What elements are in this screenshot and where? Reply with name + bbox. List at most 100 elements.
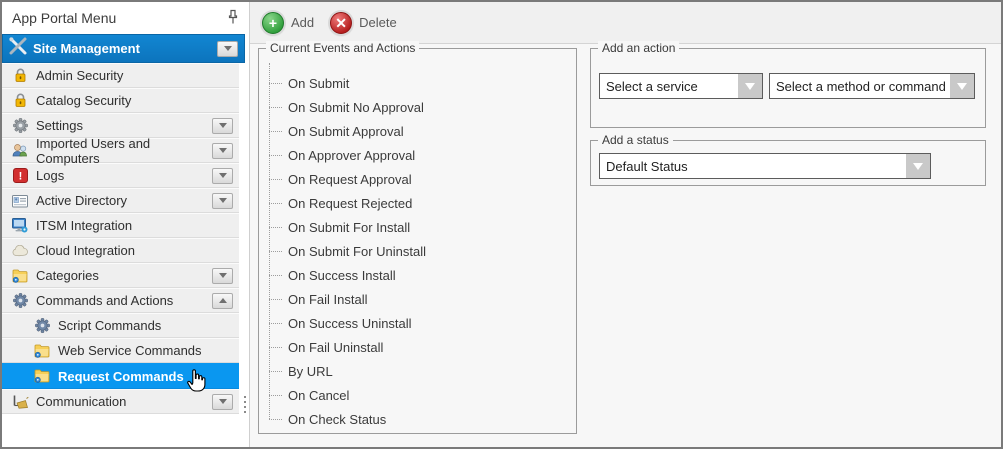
tree-item[interactable]: On Submit No Approval <box>269 95 570 119</box>
add-button[interactable]: + Add <box>262 12 314 34</box>
sidebar-item-label: Request Commands <box>58 369 184 384</box>
folder-gear-icon <box>10 269 30 283</box>
sidebar-item-logs[interactable]: ! Logs <box>2 163 239 188</box>
tree-branch-line <box>269 299 282 300</box>
events-groupbox-title: Current Events and Actions <box>266 41 419 55</box>
tree-item[interactable]: On Submit <box>269 71 570 95</box>
directory-card-icon <box>10 194 30 208</box>
tree-branch-line <box>269 371 282 372</box>
add-status-groupbox: Add a status Default Status <box>590 140 986 186</box>
chevron-down-icon[interactable] <box>212 394 233 410</box>
tree-item[interactable]: On Success Uninstall <box>269 311 570 335</box>
sidebar-item-communication[interactable]: Communication <box>2 389 239 414</box>
tree-item-label: On Check Status <box>288 412 386 427</box>
sidebar-header: App Portal Menu <box>2 2 249 34</box>
add-action-groupbox-title: Add an action <box>598 41 679 55</box>
chevron-down-icon[interactable] <box>212 143 233 159</box>
sidebar-item-script-commands[interactable]: Script Commands <box>2 313 239 338</box>
method-select[interactable]: Select a method or command <box>769 73 975 99</box>
method-select-value: Select a method or command <box>770 74 950 98</box>
chevron-down-icon[interactable] <box>212 168 233 184</box>
tree-branch-line <box>269 107 282 108</box>
sidebar-item-categories[interactable]: Categories <box>2 263 239 288</box>
lock-icon <box>10 68 30 83</box>
tree-item[interactable]: On Request Rejected <box>269 191 570 215</box>
sidebar-item-label: Imported Users and Computers <box>36 136 212 166</box>
dropdown-arrow-icon[interactable] <box>950 74 974 98</box>
dropdown-arrow-icon[interactable] <box>738 74 762 98</box>
tree-branch-line <box>269 155 282 156</box>
chevron-up-icon[interactable] <box>212 293 233 309</box>
tree-item-label: On Submit For Install <box>288 220 410 235</box>
tree-item[interactable]: On Fail Install <box>269 287 570 311</box>
sidebar-item-label: Communication <box>36 394 126 409</box>
tree-item[interactable]: By URL <box>269 359 570 383</box>
main-panel: + Add ✕ Delete Current Events and Action… <box>250 2 1001 447</box>
chevron-down-icon[interactable] <box>212 118 233 134</box>
splitter-grip[interactable] <box>244 396 246 413</box>
service-select[interactable]: Select a service <box>599 73 763 99</box>
tree-item[interactable]: On Submit For Uninstall <box>269 239 570 263</box>
tree-item[interactable]: On Success Install <box>269 263 570 287</box>
sidebar-item-site-management[interactable]: Site Management <box>2 34 245 63</box>
tree-item-label: On Success Install <box>288 268 396 283</box>
tree-branch-line <box>269 83 282 84</box>
tree-branch-line <box>269 347 282 348</box>
sidebar-item-catalog-security[interactable]: Catalog Security <box>2 88 239 113</box>
chevron-down-icon[interactable] <box>212 268 233 284</box>
sidebar-item-imported-users[interactable]: Imported Users and Computers <box>2 138 239 163</box>
tree-item[interactable]: On Submit For Install <box>269 215 570 239</box>
tree-item-label: On Submit No Approval <box>288 100 424 115</box>
tree-item[interactable]: On Submit Approval <box>269 119 570 143</box>
sidebar-item-label: Catalog Security <box>36 93 131 108</box>
sidebar-list: Admin Security Catalog Security Settings… <box>2 63 239 414</box>
status-select[interactable]: Default Status <box>599 153 931 179</box>
tree-item-label: On Submit <box>288 76 349 91</box>
app-window: App Portal Menu Site Management Admin Se… <box>0 0 1003 449</box>
sidebar-item-commands-and-actions[interactable]: Commands and Actions <box>2 288 239 313</box>
sidebar-item-label: Commands and Actions <box>36 293 173 308</box>
tree-item-label: On Submit Approval <box>288 124 404 139</box>
sidebar-item-admin-security[interactable]: Admin Security <box>2 63 239 88</box>
sidebar-item-label: Categories <box>36 268 99 283</box>
folder-gear-icon <box>32 344 52 358</box>
sidebar-item-label: Web Service Commands <box>58 343 202 358</box>
users-icon <box>10 143 30 158</box>
sidebar-item-request-commands[interactable]: Request Commands <box>2 363 239 389</box>
chevron-down-icon[interactable] <box>212 193 233 209</box>
sidebar-item-label: Active Directory <box>36 193 127 208</box>
tree-item[interactable]: On Cancel <box>269 383 570 407</box>
lock-icon <box>10 93 30 108</box>
tree-item-label: On Success Uninstall <box>288 316 412 331</box>
sidebar-item-settings[interactable]: Settings <box>2 113 239 138</box>
tree-item[interactable]: On Request Approval <box>269 167 570 191</box>
tree-item[interactable]: On Check Status <box>269 407 570 431</box>
sidebar-item-web-service-commands[interactable]: Web Service Commands <box>2 338 239 363</box>
tree-item[interactable]: On Approver Approval <box>269 143 570 167</box>
folder-gear-icon <box>32 369 52 383</box>
tree-branch-line <box>269 203 282 204</box>
svg-text:!: ! <box>18 171 22 183</box>
tree-item[interactable]: On Fail Uninstall <box>269 335 570 359</box>
tools-icon <box>7 36 29 61</box>
gear-icon <box>32 318 52 333</box>
monitor-gear-icon <box>10 218 30 233</box>
sidebar-title: App Portal Menu <box>12 10 227 26</box>
sidebar-item-cloud-integration[interactable]: Cloud Integration <box>2 238 239 263</box>
pin-icon[interactable] <box>227 9 239 28</box>
tree-item-label: On Cancel <box>288 388 349 403</box>
sidebar-item-active-directory[interactable]: Active Directory <box>2 188 239 213</box>
events-tree: On Submit On Submit No Approval On Submi… <box>269 71 570 431</box>
sidebar-item-label: Admin Security <box>36 68 123 83</box>
sidebar-item-itsm-integration[interactable]: ITSM Integration <box>2 213 239 238</box>
chevron-down-icon[interactable] <box>217 41 238 57</box>
dropdown-arrow-icon[interactable] <box>906 154 930 178</box>
toolbar: + Add ✕ Delete <box>250 2 1001 44</box>
gear-icon <box>10 118 30 133</box>
megaphone-icon <box>10 395 30 409</box>
delete-button[interactable]: ✕ Delete <box>330 12 397 34</box>
sidebar-item-label: Script Commands <box>58 318 161 333</box>
gear-icon <box>10 293 30 308</box>
tree-branch-line <box>269 395 282 396</box>
delete-button-label: Delete <box>359 15 397 30</box>
